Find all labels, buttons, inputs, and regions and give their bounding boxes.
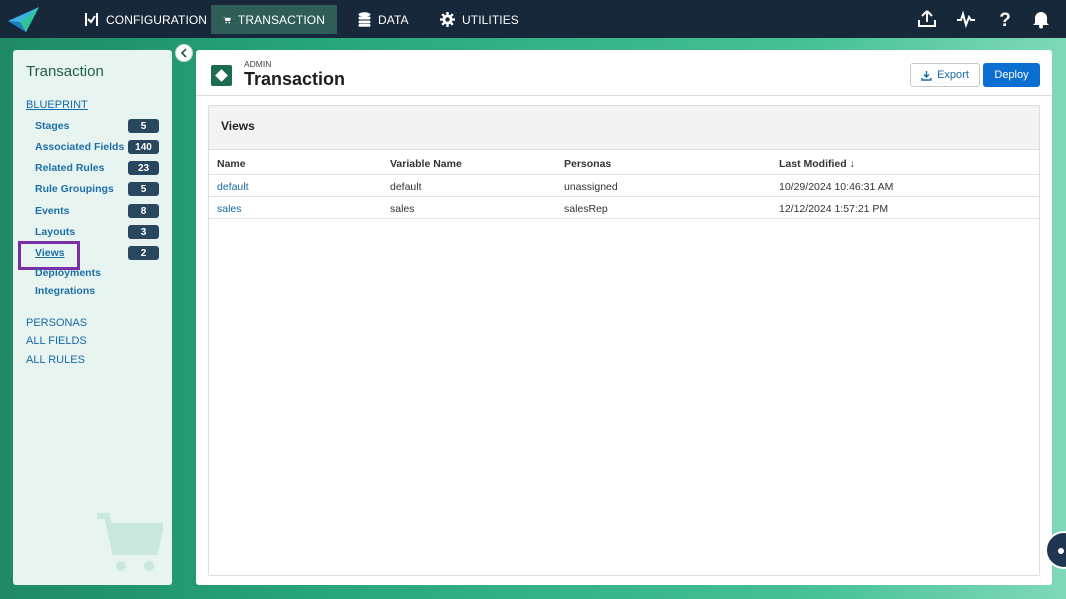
gear-icon (440, 12, 455, 27)
sidebar-item-related-rules[interactable]: Related Rules (35, 162, 104, 174)
count-badge: 8 (128, 204, 159, 218)
top-navigation-bar: CONFIGURATION TRANSACTION DATA UTILITIES (0, 0, 1066, 38)
transaction-diamond-icon (211, 65, 232, 86)
sidebar-item-integrations[interactable]: Integrations (35, 285, 95, 297)
count-badge: 5 (128, 182, 159, 196)
cart-icon (223, 16, 231, 23)
sidebar-title: Transaction (26, 63, 104, 80)
count-badge: 140 (128, 140, 159, 154)
assistant-launcher-icon[interactable] (1045, 531, 1066, 569)
column-header-name[interactable]: Name (217, 158, 246, 170)
nav-data[interactable]: DATA (346, 5, 421, 34)
views-highlight-box (18, 241, 80, 270)
views-card: Views Name Variable Name Personas Last M… (208, 105, 1040, 576)
page-header: ADMIN Transaction Export Deploy (196, 50, 1052, 96)
sidebar-all-rules-link[interactable]: ALL RULES (26, 354, 85, 366)
nav-configuration[interactable]: CONFIGURATION (72, 5, 219, 34)
nav-utilities[interactable]: UTILITIES (428, 5, 531, 34)
nav-transaction-label: TRANSACTION (237, 12, 325, 27)
export-label: Export (937, 69, 969, 81)
activity-icon[interactable] (956, 9, 976, 29)
sidebar-item-rule-groupings[interactable]: Rule Groupings (35, 183, 114, 195)
row-divider (209, 196, 1039, 197)
sidebar-item-associated-fields[interactable]: Associated Fields (35, 141, 124, 153)
nav-data-label: DATA (378, 12, 409, 27)
sidebar-item-events[interactable]: Events (35, 205, 69, 217)
sidebar-blueprint-link[interactable]: BLUEPRINT (26, 99, 88, 111)
page-title: Transaction (244, 69, 346, 89)
sidebar-personas-link[interactable]: PERSONAS (26, 317, 87, 329)
view-name-link[interactable]: sales (217, 203, 242, 215)
sidebar-item-deployments[interactable]: Deployments (35, 267, 101, 279)
bell-icon[interactable] (1031, 9, 1051, 29)
count-badge: 23 (128, 161, 159, 175)
count-badge: 2 (128, 246, 159, 260)
app-logo[interactable] (6, 5, 40, 33)
row-divider (209, 218, 1039, 219)
sidebar-item-layouts[interactable]: Layouts (35, 226, 75, 238)
main-panel: ADMIN Transaction Export Deploy Views Na… (196, 50, 1052, 585)
help-icon[interactable]: ? (995, 9, 1015, 29)
page-eyebrow: ADMIN (244, 59, 272, 69)
personas-cell: unassigned (564, 181, 618, 193)
last-modified-cell: 10/29/2024 10:46:31 AM (779, 181, 894, 193)
sidebar: Transaction BLUEPRINT Stages 5 Associate… (13, 50, 172, 585)
column-header-personas[interactable]: Personas (564, 158, 611, 170)
views-title: Views (221, 119, 255, 133)
nav-transaction[interactable]: TRANSACTION (211, 5, 337, 34)
view-name-link[interactable]: default (217, 181, 249, 193)
deploy-button[interactable]: Deploy (983, 63, 1040, 87)
views-card-header: Views (209, 106, 1039, 150)
cart-watermark-icon (97, 513, 163, 571)
sidebar-item-stages[interactable]: Stages (35, 120, 69, 132)
variable-name-cell: sales (390, 203, 415, 215)
count-badge: 3 (128, 225, 159, 239)
row-divider (209, 174, 1039, 175)
chevron-left-icon (180, 48, 187, 58)
count-badge: 5 (128, 119, 159, 133)
variable-name-cell: default (390, 181, 422, 193)
configuration-icon (85, 13, 98, 26)
export-button[interactable]: Export (910, 63, 980, 87)
collapse-sidebar-button[interactable] (175, 44, 193, 62)
nav-configuration-label: CONFIGURATION (106, 12, 208, 27)
personas-cell: salesRep (564, 203, 608, 215)
upload-icon[interactable] (917, 9, 937, 29)
database-icon (358, 12, 371, 27)
nav-utilities-label: UTILITIES (462, 12, 519, 27)
column-header-variable-name[interactable]: Variable Name (390, 158, 462, 170)
last-modified-cell: 12/12/2024 1:57:21 PM (779, 203, 889, 215)
column-header-last-modified[interactable]: Last Modified ↓ (779, 158, 855, 170)
sidebar-all-fields-link[interactable]: ALL FIELDS (26, 335, 87, 347)
svg-text:?: ? (999, 10, 1011, 29)
download-icon (921, 70, 932, 81)
